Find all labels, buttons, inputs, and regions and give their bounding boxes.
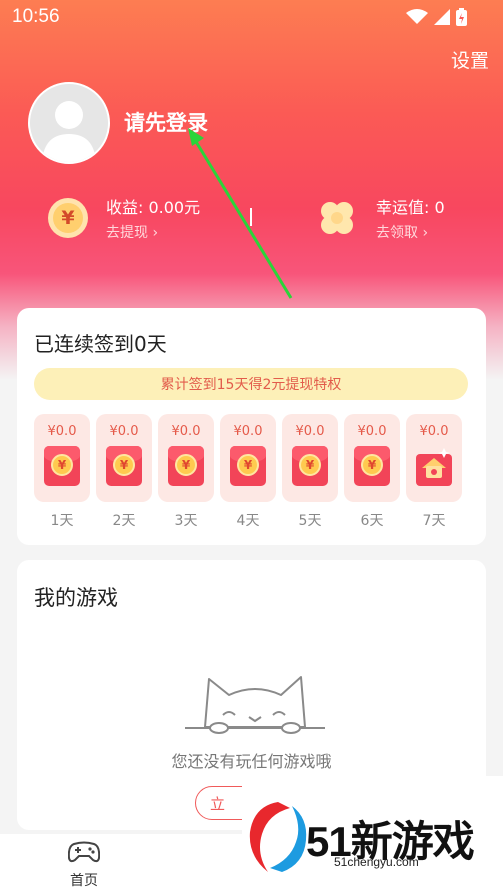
checkin-day-3[interactable]: ¥0.0 ¥ — [158, 414, 214, 502]
day-amount: ¥0.0 — [419, 424, 449, 439]
day-label: 7天 — [422, 513, 446, 529]
tab-home[interactable]: 首页 — [60, 840, 108, 890]
withdraw-link[interactable]: 去提现 — [106, 225, 148, 241]
checkin-day-7[interactable]: ¥0.0 — [406, 414, 462, 502]
red-envelope-icon: ¥ — [168, 446, 204, 486]
clover-icon — [321, 202, 353, 234]
checkin-day-6[interactable]: ¥0.0 ¥ — [344, 414, 400, 502]
checkin-reward-banner: 累计签到15天得2元提现特权 — [34, 368, 468, 400]
earnings-stat[interactable]: ¥ 收益: 0.00元 去提现 › — [48, 192, 200, 244]
checkin-day-4[interactable]: ¥0.0 ¥ — [220, 414, 276, 502]
luck-stat[interactable]: 幸运值: 0 去领取 › — [316, 192, 445, 244]
day-amount: ¥0.0 — [295, 424, 325, 439]
checkin-day-1[interactable]: ¥0.0 ¥ — [34, 414, 90, 502]
chevron-right-icon: › — [152, 225, 159, 241]
checkin-day-2[interactable]: ¥0.0 ¥ — [96, 414, 152, 502]
luck-value: 幸运值: 0 — [376, 198, 445, 217]
day-label: 5天 — [298, 513, 322, 529]
claim-link[interactable]: 去领取 — [376, 225, 418, 241]
day-amount: ¥0.0 — [357, 424, 387, 439]
day-amount: ¥0.0 — [233, 424, 263, 439]
red-envelope-icon: ¥ — [354, 446, 390, 486]
chevron-right-icon: › — [422, 225, 429, 241]
checkin-card: 已连续签到0天 累计签到15天得2元提现特权 ¥0.0 ¥ 1天 ¥0.0 ¥ … — [17, 308, 486, 545]
day-amount: ¥0.0 — [47, 424, 77, 439]
pointer-arrow — [188, 128, 293, 299]
red-envelope-icon: ¥ — [44, 446, 80, 486]
day-label: 2天 — [112, 513, 136, 529]
day-label: 1天 — [50, 513, 74, 529]
day-label: 4天 — [236, 513, 260, 529]
day-amount: ¥0.0 — [171, 424, 201, 439]
empty-games-text: 您还没有玩任何游戏哦 — [171, 752, 332, 771]
gamepad-icon — [67, 841, 101, 863]
day-amount: ¥0.0 — [109, 424, 139, 439]
checkin-day-5[interactable]: ¥0.0 ¥ — [282, 414, 338, 502]
sleeping-cat-icon — [185, 676, 325, 734]
earnings-value: 收益: 0.00元 — [106, 198, 201, 217]
red-envelope-icon: ¥ — [106, 446, 142, 486]
red-envelope-icon: ¥ — [230, 446, 266, 486]
tab-home-label: 首页 — [70, 873, 98, 889]
checkin-title: 已连续签到0天 — [34, 332, 167, 356]
day-label: 6天 — [360, 513, 384, 529]
yuan-icon: ¥ — [48, 198, 88, 238]
day-label: 3天 — [174, 513, 198, 529]
my-games-title: 我的游戏 — [34, 586, 118, 610]
watermark-url: 51chengyu.com — [334, 855, 419, 869]
gift-icon — [416, 448, 452, 486]
checkin-days: ¥0.0 ¥ 1天 ¥0.0 ¥ 2天 ¥0.0 ¥ 3天 ¥0.0 ¥ 4天 … — [34, 414, 466, 529]
red-envelope-icon: ¥ — [292, 446, 328, 486]
stats-divider — [250, 208, 252, 226]
